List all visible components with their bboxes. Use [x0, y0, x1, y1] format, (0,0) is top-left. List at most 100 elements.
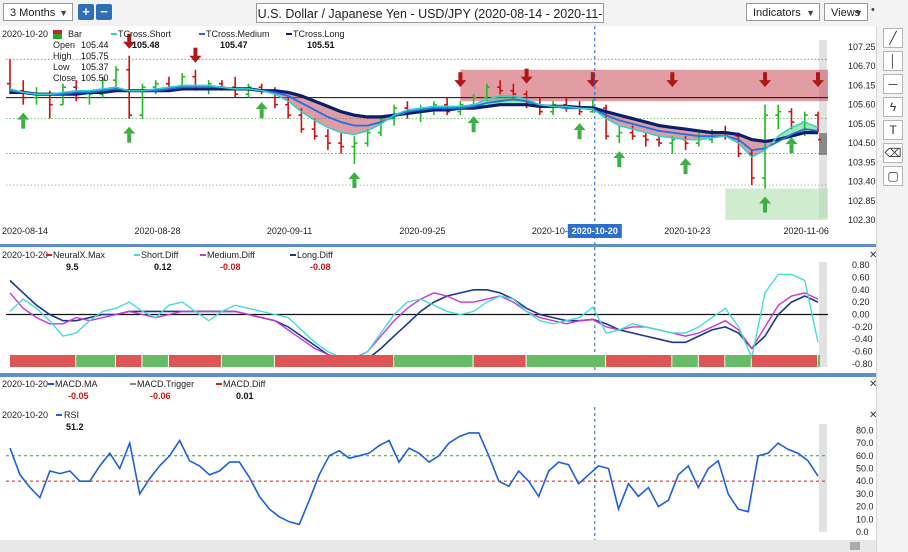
- horizontal-scrollbar[interactable]: [0, 540, 876, 552]
- legend-series-name: TCross.Short: [118, 29, 172, 39]
- price-axis-tick: 103.95: [848, 157, 876, 167]
- neuralx-bar: [115, 355, 142, 367]
- price-axis-tick: 107.25: [848, 42, 876, 52]
- views-select[interactable]: Views ▼: [824, 3, 868, 21]
- ohlc-label: Close: [53, 73, 76, 83]
- price-axis-tick: 105.60: [848, 100, 876, 110]
- line-tool-icon[interactable]: ╱: [883, 28, 903, 48]
- diff-axis-tick: 0.40: [852, 285, 870, 295]
- close-panel-icon[interactable]: ✕: [869, 250, 876, 261]
- neuralx-bar: [818, 355, 820, 367]
- bar-legend-swatch: [53, 34, 62, 39]
- date-axis-tick: 2020-09-25: [399, 226, 445, 236]
- scrollbar-thumb[interactable]: [850, 542, 860, 550]
- eraser-tool-icon[interactable]: ⌫: [883, 143, 903, 163]
- indicators-label: Indicators: [753, 7, 801, 19]
- text-tool-icon[interactable]: T: [883, 120, 903, 140]
- rsi-axis-tick: 30.0: [856, 489, 874, 499]
- down-arrow-icon: [816, 72, 820, 82]
- legend-date: 2020-10-20: [2, 29, 48, 39]
- fib-tool-icon[interactable]: ϟ: [883, 97, 903, 117]
- price-axis-tick: 104.50: [848, 138, 876, 148]
- price-scrollbar-thumb[interactable]: [819, 133, 827, 155]
- diff-axis-tick: 0.60: [852, 272, 870, 282]
- legend-series-name: TCross.Medium: [206, 29, 270, 39]
- up-arrow-icon: [617, 158, 622, 168]
- rsi-scrollbar: [819, 424, 827, 532]
- rsi-panel: [0, 407, 876, 540]
- neuralx-bar: [10, 355, 76, 367]
- date-axis-tick: 2020-10-23: [664, 226, 710, 236]
- legend-series-value: -0.05: [68, 391, 89, 401]
- legend-series-value: 105.48: [132, 40, 160, 50]
- neuralx-bar: [606, 355, 672, 367]
- close-panel-icon[interactable]: ✕: [869, 379, 876, 390]
- indicators-select[interactable]: Indicators ▼: [746, 3, 820, 21]
- comment-tool-icon[interactable]: ▢: [883, 166, 903, 186]
- diff-axis-tick: -0.80: [852, 359, 873, 369]
- neuralx-bar: [221, 355, 274, 367]
- macd-panel: [0, 377, 876, 407]
- diff-axis-tick: -0.20: [852, 322, 873, 332]
- legend-series-value: 0.01: [236, 391, 254, 401]
- up-arrow-icon: [127, 133, 132, 143]
- down-arrow-icon: [193, 47, 198, 57]
- legend-series-name: Short.Diff: [141, 250, 179, 260]
- price-axis-tick: 105.05: [848, 119, 876, 129]
- down-arrow-icon: [763, 72, 768, 82]
- period-select[interactable]: 3 Months ▼: [3, 3, 73, 21]
- legend-series-value: 0.12: [154, 262, 172, 272]
- chart-area[interactable]: 107.25 106.70 106.15 105.60 105.05 104.50 103.…: [0, 26, 876, 552]
- diff-axis-tick: 0.20: [852, 297, 870, 307]
- legend-series-name: Long.Diff: [297, 250, 333, 260]
- legend-series-value: 105.51: [307, 40, 335, 50]
- legend-series-value: 51.2: [66, 422, 84, 432]
- toolbar: 3 Months ▼ + − U.S. Dollar / Japanese Yen…: [0, 0, 908, 41]
- rsi-axis-tick: 10.0: [856, 514, 874, 524]
- legend-date: 2020-10-20: [2, 410, 48, 420]
- vertical-line-tool-icon[interactable]: │: [883, 51, 903, 71]
- ohlc-value: 105.50: [81, 73, 109, 83]
- panel-divider: [0, 373, 876, 377]
- rsi-axis-tick: 50.0: [856, 463, 874, 473]
- price-axis-tick: 106.15: [848, 80, 876, 90]
- legend-series-name: NeuralX.Max: [53, 250, 106, 260]
- ohlc-label: Open: [53, 40, 75, 50]
- price-axis-tick: 102.30: [848, 215, 876, 225]
- horizontal-line-tool-icon[interactable]: ─: [883, 74, 903, 94]
- up-arrow-icon: [21, 119, 26, 129]
- date-axis-tick: 2020-08-28: [134, 226, 180, 236]
- price-axis-tick: 106.70: [848, 61, 876, 71]
- rsi-axis-tick: 70.0: [856, 438, 874, 448]
- diff-panel: [0, 247, 876, 373]
- cursor-date-text: 2020-10-20: [572, 226, 618, 236]
- zoom-out-button[interactable]: −: [96, 4, 112, 20]
- neuralx-bar: [698, 355, 725, 367]
- ohlc-value: 105.37: [81, 62, 109, 72]
- chevron-down-icon: ▼: [806, 8, 815, 18]
- rsi-axis-tick: 0.0: [856, 527, 869, 537]
- legend-series-value: -0.08: [220, 262, 241, 272]
- zoom-in-button[interactable]: +: [78, 4, 94, 20]
- neuralx-bar: [672, 355, 698, 367]
- down-arrow-icon: [458, 72, 463, 82]
- date-axis-tick: 2020-09-11: [267, 226, 312, 236]
- price-axis-tick: 103.40: [848, 177, 876, 187]
- neuralx-bar: [142, 355, 168, 367]
- chevron-down-icon: ▼: [854, 8, 863, 18]
- ohlc-value: 105.75: [81, 51, 109, 61]
- rsi-axis-tick: 60.0: [856, 451, 874, 461]
- legend-series-name: Medium.Diff: [207, 250, 255, 260]
- diff-axis-tick: 0.80: [852, 260, 870, 270]
- price-axis-tick: 102.85: [848, 196, 876, 206]
- chart-title: U.S. Dollar / Japanese Yen - USD/JPY (20…: [256, 3, 604, 41]
- date-axis-tick: 2020-08-14: [2, 226, 48, 236]
- rsi-axis-tick: 40.0: [856, 476, 874, 486]
- up-arrow-icon: [763, 203, 768, 213]
- down-arrow-icon: [670, 72, 675, 82]
- pin-icon[interactable]: •: [871, 4, 875, 16]
- close-panel-icon[interactable]: ✕: [869, 410, 876, 421]
- legend-series-value: 9.5: [66, 262, 79, 272]
- panel-divider: [0, 244, 876, 247]
- support-zone: [725, 188, 828, 220]
